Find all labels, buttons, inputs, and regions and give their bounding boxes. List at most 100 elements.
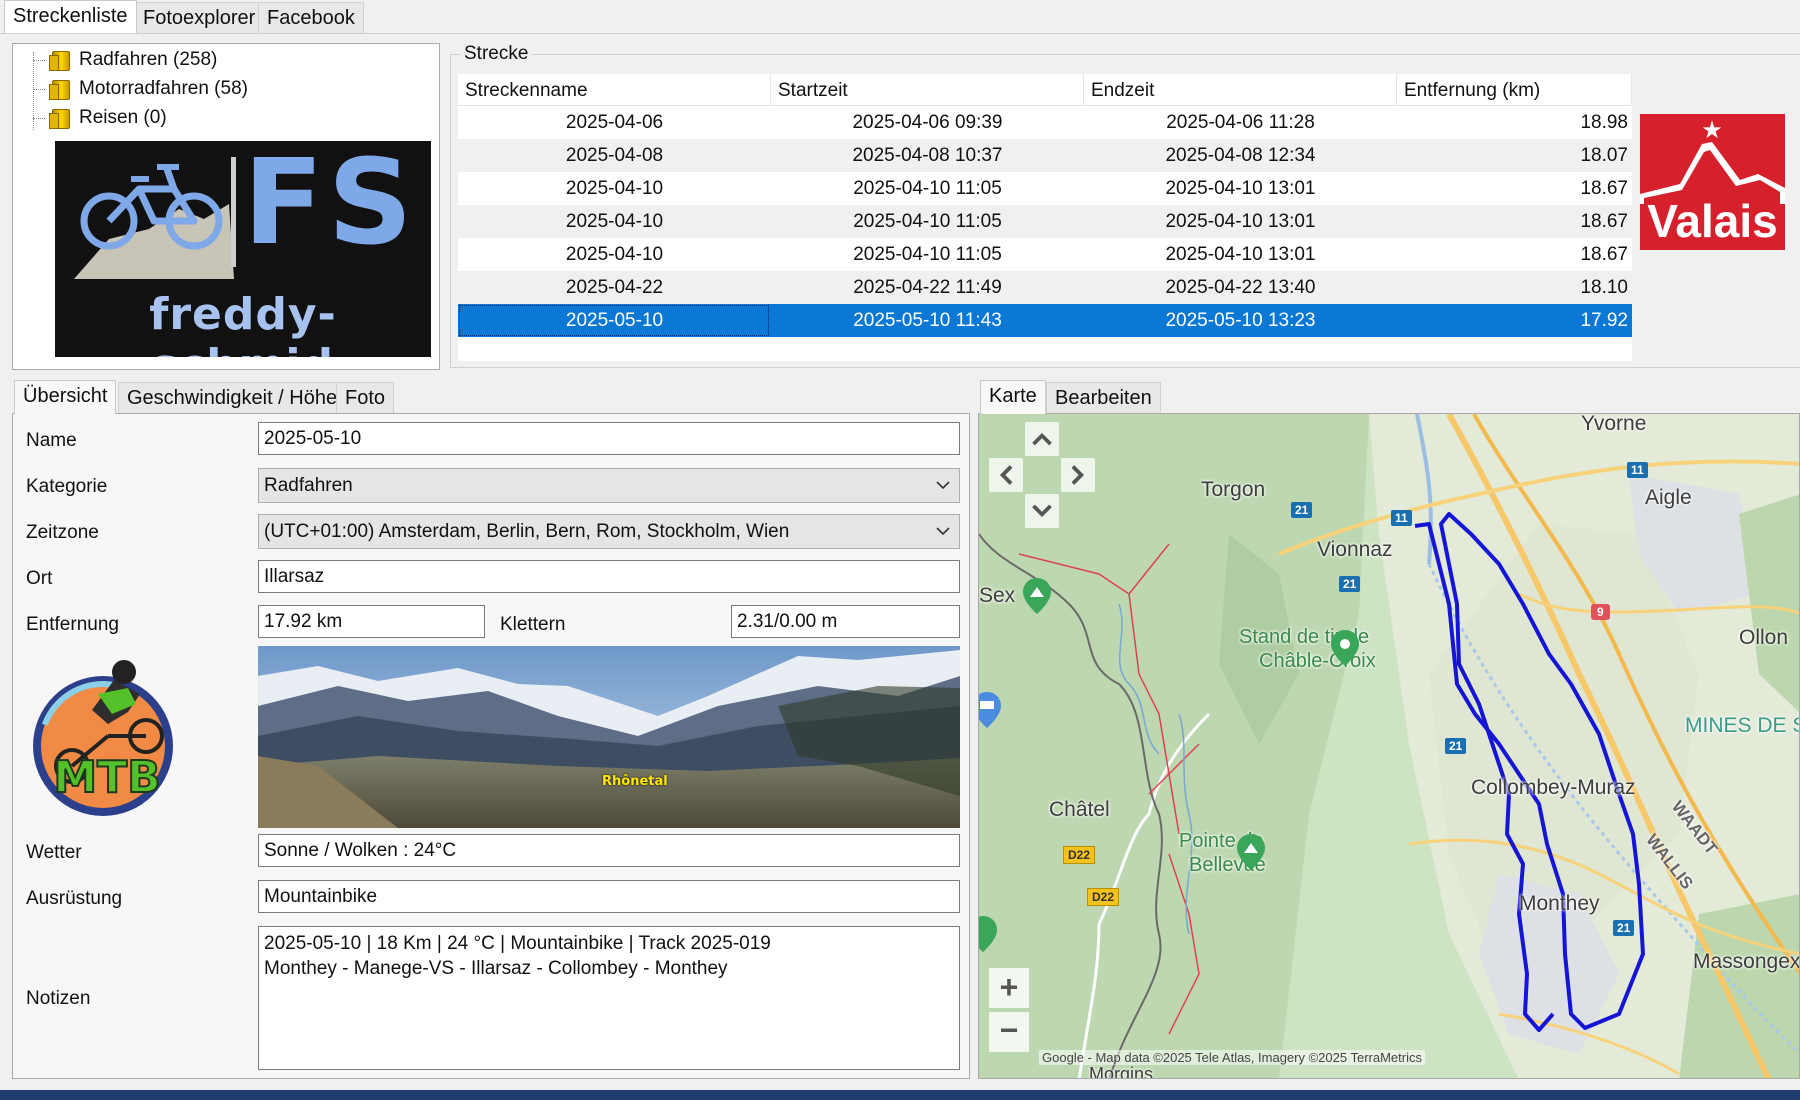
column-header-streckenname[interactable]: Streckenname: [458, 74, 771, 106]
map-place-label: Ollon: [1739, 626, 1789, 649]
cell-entfernung: 18.67: [1580, 244, 1628, 265]
entfernung-field[interactable]: 17.92 km: [258, 605, 485, 638]
cell-startzeit: 2025-05-10 11:43: [853, 310, 1002, 331]
tab-streckenliste[interactable]: Streckenliste: [4, 0, 137, 33]
cell-streckenname: 2025-04-10: [565, 211, 664, 232]
tree-item-reisen[interactable]: Reisen (0): [49, 104, 167, 132]
shopping-cart-pin-icon[interactable]: [978, 692, 1001, 728]
strecke-legend: Strecke: [460, 43, 533, 65]
freddy-schmid-logo: FS freddy-schmid: [55, 141, 431, 357]
bike-icon: [74, 164, 234, 279]
zeitzone-value: (UTC+01:00) Amsterdam, Berlin, Bern, Rom…: [264, 521, 790, 542]
chevron-down-icon: [936, 527, 950, 536]
cell-streckenname: 2025-04-10: [565, 244, 664, 265]
tab-foto[interactable]: Foto: [336, 382, 395, 414]
track-table-body[interactable]: 2025-04-06 2025-04-06 09:39 2025-04-06 11:…: [458, 106, 1632, 337]
table-row[interactable]: 2025-04-08 2025-04-08 10:37 2025-04-08 12:…: [458, 139, 1632, 172]
kategorie-value: Radfahren: [264, 475, 353, 496]
name-field[interactable]: 2025-05-10: [258, 422, 960, 455]
column-header-entfernung[interactable]: Entfernung (km): [1397, 74, 1632, 106]
cell-entfernung: 18.67: [1580, 211, 1628, 232]
cell-startzeit: 2025-04-22 11:49: [853, 277, 1002, 298]
map-pin-icon[interactable]: [1331, 630, 1359, 666]
column-header-endzeit[interactable]: Endzeit: [1084, 74, 1397, 106]
entfernung-label: Entfernung: [26, 614, 119, 635]
cell-startzeit: 2025-04-10 11:05: [853, 178, 1002, 199]
tab-uebersicht[interactable]: Übersicht: [14, 380, 117, 414]
valais-logo: ★ Valais: [1640, 114, 1785, 250]
notizen-line: Monthey - Manege-VS - Illarsaz - Collomb…: [264, 958, 728, 979]
table-row[interactable]: 2025-05-10 2025-05-10 11:43 2025-05-10 13:…: [458, 304, 1632, 337]
column-header-startzeit[interactable]: Startzeit: [771, 74, 1084, 106]
cell-streckenname: 2025-04-22: [565, 277, 664, 298]
tab-geschwindigkeit-hoehe[interactable]: Geschwindigkeit / Höhe: [118, 382, 347, 414]
table-empty-area: [458, 337, 1632, 361]
logo-main-text: FS: [243, 141, 417, 271]
cell-entfernung: 18.10: [1580, 277, 1628, 298]
matterhorn-icon: ★: [1640, 116, 1785, 204]
tree-item-motorradfahren[interactable]: Motorradfahren (58): [49, 75, 248, 103]
cell-startzeit: 2025-04-06 09:39: [852, 112, 1003, 133]
map-pin-icon[interactable]: [1023, 578, 1051, 614]
tab-fotoexplorer[interactable]: Fotoexplorer: [134, 2, 265, 33]
landscape-image: [258, 646, 960, 828]
table-row[interactable]: 2025-04-06 2025-04-06 09:39 2025-04-06 11:…: [458, 106, 1632, 139]
road-shield: D22: [1087, 888, 1120, 906]
folder-icon: [49, 79, 71, 100]
zeitzone-label: Zeitzone: [26, 522, 99, 543]
cell-startzeit: 2025-04-10 11:05: [853, 211, 1002, 232]
zoom-out-button[interactable]: −: [989, 1012, 1029, 1052]
table-row[interactable]: 2025-04-10 2025-04-10 11:05 2025-04-10 13:…: [458, 205, 1632, 238]
cell-endzeit: 2025-04-10 13:01: [1165, 178, 1316, 199]
tree-item-label: Radfahren (258): [79, 49, 218, 70]
ort-label: Ort: [26, 568, 53, 589]
kategorie-select[interactable]: Radfahren: [258, 468, 960, 503]
zeitzone-select[interactable]: (UTC+01:00) Amsterdam, Berlin, Bern, Rom…: [258, 514, 960, 549]
road-shield: 21: [1291, 502, 1313, 518]
name-label: Name: [26, 430, 77, 451]
pan-left-button[interactable]: [989, 458, 1023, 492]
photo-caption: Rhônetal: [602, 774, 668, 789]
cell-endzeit: 2025-04-08 12:34: [1165, 145, 1316, 166]
table-row[interactable]: 2025-04-10 2025-04-10 11:05 2025-04-10 13:…: [458, 172, 1632, 205]
notizen-label: Notizen: [26, 988, 91, 1009]
chevron-right-icon: [1071, 465, 1085, 485]
ort-field[interactable]: Illarsaz: [258, 560, 960, 593]
table-row[interactable]: 2025-04-10 2025-04-10 11:05 2025-04-10 13:…: [458, 238, 1632, 271]
tab-karte[interactable]: Karte: [980, 380, 1046, 414]
map-place-label: Aigle: [1645, 486, 1692, 509]
cell-entfernung: 18.67: [1580, 178, 1628, 199]
notizen-textarea[interactable]: 2025-05-10 | 18 Km | 24 °C | Mountainbik…: [258, 926, 960, 1070]
rhonetal-photo: Rhônetal: [258, 646, 960, 828]
tab-bearbeiten[interactable]: Bearbeiten: [1046, 382, 1161, 414]
map-place-label: Sex: [979, 584, 1016, 607]
map-view[interactable]: Yvorne Aigle Torgon Vionnaz Sex Stand de…: [978, 413, 1800, 1079]
tab-facebook[interactable]: Facebook: [258, 2, 364, 33]
road-shield: D22: [1063, 846, 1096, 864]
map-pin-icon[interactable]: [1237, 834, 1265, 870]
map-pin-icon[interactable]: [978, 916, 997, 952]
tree-line: [33, 118, 45, 119]
logo-sub-text: freddy-schmid: [149, 289, 337, 357]
pan-up-button[interactable]: [1025, 422, 1059, 456]
cell-endzeit: 2025-05-10 13:23: [1165, 310, 1316, 331]
wetter-field[interactable]: Sonne / Wolken : 24°C: [258, 834, 960, 867]
map-place-label: Vionnaz: [1317, 538, 1393, 561]
klettern-label: Klettern: [500, 614, 566, 635]
cell-endzeit: 2025-04-10 13:01: [1165, 244, 1316, 265]
tree-line: [33, 60, 45, 61]
map-terrain: [979, 414, 1799, 1078]
ausruestung-field[interactable]: Mountainbike: [258, 880, 960, 913]
cell-streckenname: 2025-04-10: [565, 178, 664, 199]
tab-strip-line: [0, 33, 1800, 34]
tree-item-radfahren[interactable]: Radfahren (258): [49, 46, 217, 74]
pan-right-button[interactable]: [1061, 458, 1095, 492]
table-row[interactable]: 2025-04-22 2025-04-22 11:49 2025-04-22 13:…: [458, 271, 1632, 304]
track-table-header: Streckenname Startzeit Endzeit Entfernun…: [458, 74, 1632, 106]
klettern-field[interactable]: 2.31/0.00 m: [731, 605, 960, 638]
category-tree[interactable]: Radfahren (258) Motorradfahren (58) Reis…: [12, 43, 440, 370]
zoom-in-button[interactable]: +: [989, 968, 1029, 1008]
notizen-line: 2025-05-10 | 18 Km | 24 °C | Mountainbik…: [264, 933, 771, 954]
pan-down-button[interactable]: [1025, 494, 1059, 528]
cell-startzeit: 2025-04-10 11:05: [853, 244, 1002, 265]
